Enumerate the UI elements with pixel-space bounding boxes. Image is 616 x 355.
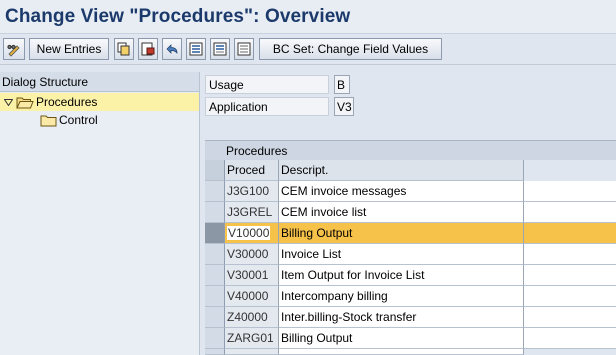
row-selector[interactable] <box>205 349 225 355</box>
proced-cell-text: V10000 <box>227 226 271 240</box>
table-row[interactable]: V30000 Invoice List <box>205 244 616 265</box>
proced-cell[interactable]: V30001 <box>225 265 279 286</box>
deselect-all-icon <box>237 42 251 56</box>
table-row[interactable]: J3GREL CEM invoice list <box>205 202 616 223</box>
table-title: Procedures <box>205 140 616 160</box>
proced-cell[interactable]: V30000 <box>225 244 279 265</box>
row-selector[interactable] <box>205 307 225 328</box>
copy-icon <box>117 42 131 56</box>
dialog-structure-pane: Dialog Structure Procedures Control <box>0 72 200 355</box>
proced-cell[interactable]: V40000 <box>225 286 279 307</box>
dialog-structure-header: Dialog Structure <box>0 72 199 92</box>
undo-icon <box>165 42 179 56</box>
row-filler <box>524 181 616 202</box>
bc-set-label: BC Set: Change Field Values <box>272 42 429 56</box>
row-filler <box>524 202 616 223</box>
new-entries-label: New Entries <box>36 42 102 56</box>
select-block-icon <box>213 42 227 56</box>
row-selector[interactable] <box>205 265 225 286</box>
table-row[interactable]: V40000 Intercompany billing <box>205 286 616 307</box>
table-row[interactable]: Z40000 Inter.billing-Stock transfer <box>205 307 616 328</box>
descript-cell[interactable] <box>279 349 524 355</box>
bc-set-change-field-values-button[interactable]: BC Set: Change Field Values <box>259 38 442 60</box>
copy-as-button[interactable] <box>114 38 134 60</box>
descript-cell[interactable]: Item Output for Invoice List <box>279 265 524 286</box>
proced-cell[interactable]: ZARG01 <box>225 328 279 349</box>
row-selector[interactable] <box>205 202 225 223</box>
row-selector[interactable] <box>205 181 225 202</box>
descript-cell[interactable]: Intercompany billing <box>279 286 524 307</box>
select-all-rows-button[interactable] <box>205 160 225 181</box>
delete-icon <box>141 42 155 56</box>
pencil-glasses-icon <box>6 41 22 57</box>
row-selector[interactable] <box>205 223 225 244</box>
descript-cell[interactable]: CEM invoice list <box>279 202 524 223</box>
undo-change-button[interactable] <box>162 38 182 60</box>
row-filler <box>524 307 616 328</box>
expand-triangle-icon[interactable] <box>0 98 16 106</box>
row-selector[interactable] <box>205 244 225 265</box>
row-filler <box>524 244 616 265</box>
row-filler <box>524 286 616 307</box>
descript-cell[interactable]: Billing Output <box>279 328 524 349</box>
descript-cell[interactable]: CEM invoice messages <box>279 181 524 202</box>
table-header-row: Proced Descript. <box>205 160 616 181</box>
tree-item-control[interactable]: Control <box>40 111 98 129</box>
application-value: V3 <box>334 97 354 116</box>
tree-item-label: Control <box>59 113 98 127</box>
row-selector[interactable] <box>205 328 225 349</box>
table-row[interactable]: V30001 Item Output for Invoice List <box>205 265 616 286</box>
table-row-selected[interactable]: V10000 Billing Output <box>205 223 616 244</box>
select-all-icon <box>189 42 203 56</box>
new-entries-button[interactable]: New Entries <box>29 38 109 60</box>
proced-cell[interactable]: J3GREL <box>225 202 279 223</box>
row-selector[interactable] <box>205 286 225 307</box>
page-title: Change View "Procedures": Overview <box>5 6 351 27</box>
application-toolbar: New Entries BC Set: Change Field Values <box>0 35 616 65</box>
usage-value: B <box>334 75 350 94</box>
table-row-partial <box>205 349 616 355</box>
tree-item-procedures[interactable]: Procedures <box>0 93 199 111</box>
column-header-proced[interactable]: Proced <box>225 160 279 181</box>
column-header-descript[interactable]: Descript. <box>279 160 524 181</box>
application-label: Application <box>205 97 329 116</box>
usage-label: Usage <box>205 75 329 94</box>
row-filler <box>524 328 616 349</box>
proced-cell[interactable]: J3G100 <box>225 181 279 202</box>
open-folder-icon <box>16 96 34 109</box>
row-filler <box>524 223 616 244</box>
proced-cell[interactable] <box>225 349 279 355</box>
procedures-table: Proced Descript. J3G100 CEM invoice mess… <box>205 160 616 355</box>
proced-cell[interactable]: Z40000 <box>225 307 279 328</box>
display-change-button[interactable] <box>3 38 25 60</box>
select-block-button[interactable] <box>210 38 230 60</box>
descript-cell[interactable]: Inter.billing-Stock transfer <box>279 307 524 328</box>
descript-cell[interactable]: Invoice List <box>279 244 524 265</box>
descript-cell[interactable]: Billing Output <box>279 223 524 244</box>
tree-item-label: Procedures <box>36 95 98 109</box>
proced-cell[interactable]: V10000 <box>225 223 279 244</box>
table-row[interactable]: J3G100 CEM invoice messages <box>205 181 616 202</box>
delete-button[interactable] <box>138 38 158 60</box>
select-all-button[interactable] <box>186 38 206 60</box>
table-row[interactable]: ZARG01 Billing Output <box>205 328 616 349</box>
row-filler <box>524 265 616 286</box>
deselect-all-button[interactable] <box>234 38 254 60</box>
folder-icon <box>40 114 57 127</box>
title-bar: Change View "Procedures": Overview <box>0 0 616 34</box>
